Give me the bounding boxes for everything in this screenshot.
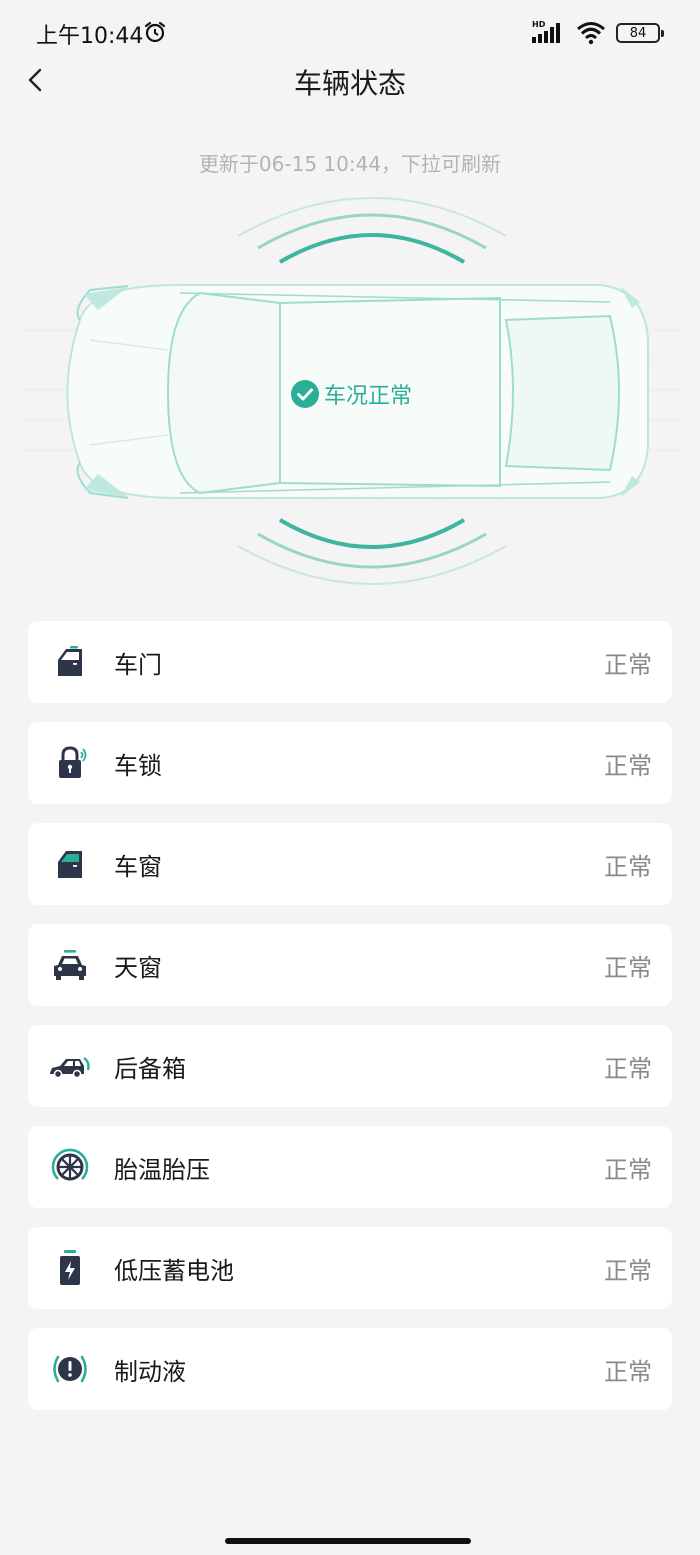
item-label: 车门 (114, 650, 162, 679)
item-value: 正常 (604, 751, 652, 780)
item-value: 正常 (604, 1155, 652, 1184)
tire-icon (51, 1148, 89, 1181)
status-item-sunroof[interactable]: 天窗 正常 (28, 924, 672, 1006)
trunk-icon (50, 1057, 90, 1079)
battery-level: 84 (629, 25, 647, 41)
item-value: 正常 (604, 1054, 652, 1083)
item-label: 后备箱 (114, 1054, 186, 1083)
status-item-trunk[interactable]: 后备箱 正常 (28, 1025, 672, 1107)
page-title: 车辆状态 (293, 67, 406, 100)
status-list: 车门 正常 车锁 正常 车窗 正常 天窗 正常 后备箱 正常 胎温胎压 正常 低… (28, 621, 672, 1429)
car-window-icon (58, 851, 82, 878)
battery-icon (60, 1250, 80, 1285)
status-icons: HD 84 (532, 20, 664, 46)
car-status-indicator: 车况正常 (290, 378, 412, 410)
item-value: 正常 (604, 953, 652, 982)
status-item-door[interactable]: 车门 正常 (28, 621, 672, 703)
lock-icon (59, 746, 87, 778)
status-item-lock[interactable]: 车锁 正常 (28, 722, 672, 804)
check-circle-icon (291, 380, 319, 408)
car-status-text: 车况正常 (324, 384, 413, 409)
update-status-text: 更新于06-15 10:44，下拉可刷新 (198, 152, 502, 176)
brake-fluid-icon (53, 1355, 87, 1383)
item-label: 车锁 (114, 751, 162, 780)
item-label: 低压蓄电池 (114, 1256, 234, 1285)
item-value: 正常 (604, 1357, 652, 1386)
item-label: 胎温胎压 (114, 1155, 210, 1184)
item-label: 天窗 (114, 953, 162, 982)
sunroof-icon (54, 950, 86, 980)
status-item-brake-fluid[interactable]: 制动液 正常 (28, 1328, 672, 1410)
alarm-clock-icon (144, 21, 166, 43)
item-label: 制动液 (114, 1357, 186, 1386)
wifi-icon (577, 22, 605, 45)
car-illustration: 车况正常 (0, 190, 700, 600)
status-item-tire[interactable]: 胎温胎压 正常 (28, 1126, 672, 1208)
item-value: 正常 (604, 1256, 652, 1285)
status-time: 上午10:44 (36, 24, 144, 49)
item-value: 正常 (604, 852, 652, 881)
status-item-battery[interactable]: 低压蓄电池 正常 (28, 1227, 672, 1309)
item-value: 正常 (604, 650, 652, 679)
nav-bar: 车辆状态 (0, 56, 700, 104)
item-label: 车窗 (114, 852, 162, 881)
status-bar: 上午10:44 HD 84 (0, 0, 700, 64)
signal-icon: HD (532, 20, 566, 45)
home-indicator[interactable] (225, 1538, 471, 1544)
status-item-window[interactable]: 车窗 正常 (28, 823, 672, 905)
battery-indicator: 84 (616, 23, 664, 43)
car-door-icon (58, 646, 82, 676)
